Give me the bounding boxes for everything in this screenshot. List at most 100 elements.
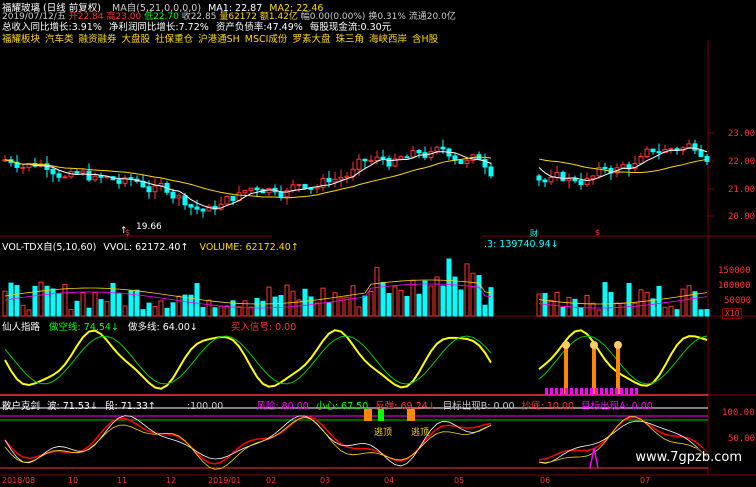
buy-signal-bar bbox=[610, 388, 613, 395]
sector-tag[interactable]: MSCI成份 bbox=[245, 34, 288, 45]
candle-body bbox=[368, 159, 374, 162]
vol-axis-label: 150000 bbox=[718, 266, 751, 276]
candle-body bbox=[152, 185, 158, 193]
volume-bar bbox=[440, 285, 446, 317]
sector-tag[interactable]: 罗素大盘 bbox=[292, 34, 330, 45]
sector-tag[interactable]: 海峡西岸 bbox=[369, 34, 407, 45]
sector-tags: 福耀板块 汽车类 融资融券 大盘股 社保重仓 沪港通SH MSCI成份 罗素大盘 珠三角 海峡西岸… bbox=[2, 31, 443, 45]
volume-bar bbox=[248, 306, 254, 317]
volume-bar bbox=[2, 290, 8, 317]
signal-head bbox=[614, 341, 622, 349]
long-line-value: 做多线: 64.00↓ bbox=[127, 322, 198, 333]
watermark: www.7gpzb.com bbox=[629, 448, 748, 467]
volume-bar bbox=[284, 284, 290, 317]
date-tick: 2019/01 bbox=[208, 476, 242, 485]
volume-bar bbox=[476, 275, 482, 317]
candle-body bbox=[338, 176, 344, 180]
volume-bar bbox=[368, 291, 374, 317]
signal-head bbox=[562, 341, 570, 349]
gap-box bbox=[427, 40, 537, 112]
vol-axis-label: 50000 bbox=[724, 296, 752, 306]
xz-indicator-title[interactable]: 仙人指路 bbox=[2, 322, 40, 333]
volume-bar bbox=[704, 308, 710, 317]
candle-body bbox=[584, 178, 590, 186]
candle-body bbox=[698, 149, 704, 157]
candle-body bbox=[314, 186, 320, 190]
sector-tag[interactable]: 社保重仓 bbox=[155, 34, 193, 45]
buy-signal-bar bbox=[565, 388, 568, 395]
volume-bar bbox=[26, 309, 32, 317]
volume-bar bbox=[422, 280, 428, 317]
volume-bar bbox=[218, 305, 224, 317]
volume-bar bbox=[272, 296, 278, 317]
date-tick: 05 bbox=[454, 476, 465, 485]
candle-body bbox=[50, 168, 56, 175]
volume-bar bbox=[332, 292, 338, 317]
volume-bar bbox=[668, 305, 674, 317]
wave-value: 波: 71.53↓ bbox=[47, 401, 98, 412]
candle-body bbox=[92, 175, 98, 181]
candle-body bbox=[638, 156, 644, 165]
segment-value: 段: 71.33↑ bbox=[104, 401, 156, 412]
candle-body bbox=[188, 204, 194, 208]
candle-body bbox=[374, 156, 380, 161]
volume-bar bbox=[134, 289, 140, 317]
event-marker-finance[interactable]: 财 bbox=[530, 228, 538, 239]
sector-tag[interactable]: 珠三角 bbox=[335, 34, 364, 45]
volume-bar bbox=[536, 293, 542, 317]
candle-body bbox=[572, 178, 578, 182]
volume-bar bbox=[446, 258, 452, 317]
candle-body bbox=[458, 159, 464, 165]
buy-signal-bar bbox=[575, 388, 578, 395]
vol-unit-badge: X10 bbox=[722, 308, 743, 319]
sector-tag[interactable]: 沪港通SH bbox=[198, 34, 240, 45]
candle-body bbox=[80, 170, 86, 174]
volume-bar bbox=[608, 292, 614, 317]
date-tick: 2018/08 bbox=[2, 476, 36, 485]
bottom-indicator-title[interactable]: 散户克剑 bbox=[2, 401, 40, 412]
sector-tag[interactable]: 含H股 bbox=[412, 34, 438, 45]
event-marker-dividend[interactable]: $ bbox=[595, 228, 600, 237]
candle-body bbox=[74, 171, 80, 174]
volume-bar bbox=[350, 285, 356, 317]
candle-body bbox=[242, 189, 248, 194]
sector-tag[interactable]: 汽车类 bbox=[45, 34, 74, 45]
volume-bar bbox=[674, 309, 680, 317]
sector-tag[interactable]: 融资融券 bbox=[79, 34, 117, 45]
buy-signal-bar bbox=[590, 388, 593, 395]
volume-bar bbox=[242, 300, 248, 317]
sector-tag[interactable]: 福耀板块 bbox=[2, 34, 40, 45]
candle-body bbox=[86, 170, 92, 181]
date-tick: 07 bbox=[640, 476, 651, 485]
care-value: 小心: 67.50 bbox=[315, 401, 369, 412]
volume-bar bbox=[578, 306, 584, 317]
buy-signal-value: 买入信号: 0.00 bbox=[230, 322, 297, 333]
candle-body bbox=[62, 176, 68, 179]
candle-body bbox=[410, 149, 416, 158]
bottom-axis-label: 50.00 bbox=[728, 434, 756, 444]
buy-signal-bar bbox=[550, 388, 553, 395]
volume-bar bbox=[548, 299, 554, 317]
volume-bar bbox=[632, 302, 638, 317]
signal-head bbox=[590, 341, 598, 349]
volume-bar bbox=[278, 295, 284, 317]
candle-body bbox=[434, 146, 440, 153]
candle-body bbox=[356, 158, 362, 170]
volume-bar bbox=[698, 309, 704, 317]
candle-body bbox=[554, 171, 560, 179]
candle-body bbox=[116, 179, 122, 184]
volume-bar bbox=[38, 281, 44, 317]
event-marker-dividend[interactable]: $ bbox=[125, 228, 130, 237]
signal-pillar bbox=[616, 346, 620, 394]
quote-float: 流通20.0亿 bbox=[408, 12, 456, 22]
candle-body bbox=[644, 148, 650, 158]
vol-indicator-title[interactable]: VOL-TDX自(5,10,60) bbox=[2, 242, 96, 253]
buy-signal-bar bbox=[580, 388, 583, 395]
candle-body bbox=[278, 191, 284, 198]
candle-body bbox=[308, 187, 314, 190]
volume-bar bbox=[152, 306, 158, 317]
candle-body bbox=[182, 195, 188, 206]
sector-tag[interactable]: 大盘股 bbox=[122, 34, 151, 45]
volume-bar bbox=[116, 292, 122, 317]
candle-body bbox=[650, 148, 656, 153]
